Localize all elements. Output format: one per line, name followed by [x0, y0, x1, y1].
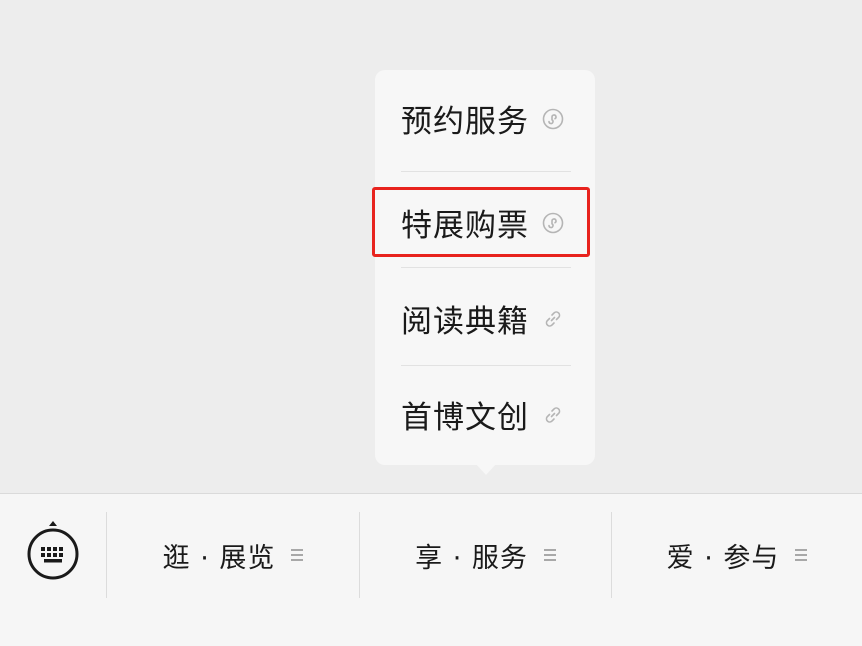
tab-participate[interactable]: 爱 · 参与 [612, 512, 862, 598]
tab-services[interactable]: 享 · 服务 [360, 512, 611, 598]
menu-item-label: 预约服务 [401, 104, 529, 140]
tab-label: 享 · 服务 [415, 542, 528, 574]
menu-divider [401, 267, 571, 268]
menu-item-special-exhibition-tickets[interactable]: 特展购票 [375, 174, 595, 271]
menu-item-label: 首博文创 [401, 400, 529, 436]
submenu-popup: 预约服务 特展购票 阅读典籍 首博文创 [375, 70, 595, 465]
menu-item-read-classics[interactable]: 阅读典籍 [375, 270, 595, 367]
tab-exhibitions[interactable]: 逛 · 展览 [107, 512, 359, 598]
tab-label: 爱 · 参与 [666, 542, 780, 574]
popup-caret [475, 463, 497, 475]
menu-icon [795, 549, 808, 561]
keyboard-toggle-button[interactable] [24, 521, 82, 586]
mini-program-icon [541, 107, 565, 131]
menu-item-label: 特展购票 [401, 208, 529, 244]
menu-divider [401, 171, 571, 172]
link-icon [541, 307, 565, 331]
menu-icon [291, 549, 304, 561]
mini-program-icon [541, 211, 565, 235]
wechat-official-account-screen: 预约服务 特展购票 阅读典籍 首博文创 逛 · 展览 享 · 服务 爱 · 参与 [0, 0, 862, 646]
menu-item-capital-museum-creative[interactable]: 首博文创 [375, 366, 595, 463]
link-icon [541, 403, 565, 427]
bottom-menu-bar: 逛 · 展览 享 · 服务 爱 · 参与 [0, 493, 862, 646]
menu-item-appointment[interactable]: 预约服务 [375, 70, 595, 167]
menu-icon [543, 549, 556, 561]
keyboard-icon [25, 520, 81, 586]
menu-item-label: 阅读典籍 [401, 304, 529, 340]
tab-label: 逛 · 展览 [162, 542, 276, 574]
